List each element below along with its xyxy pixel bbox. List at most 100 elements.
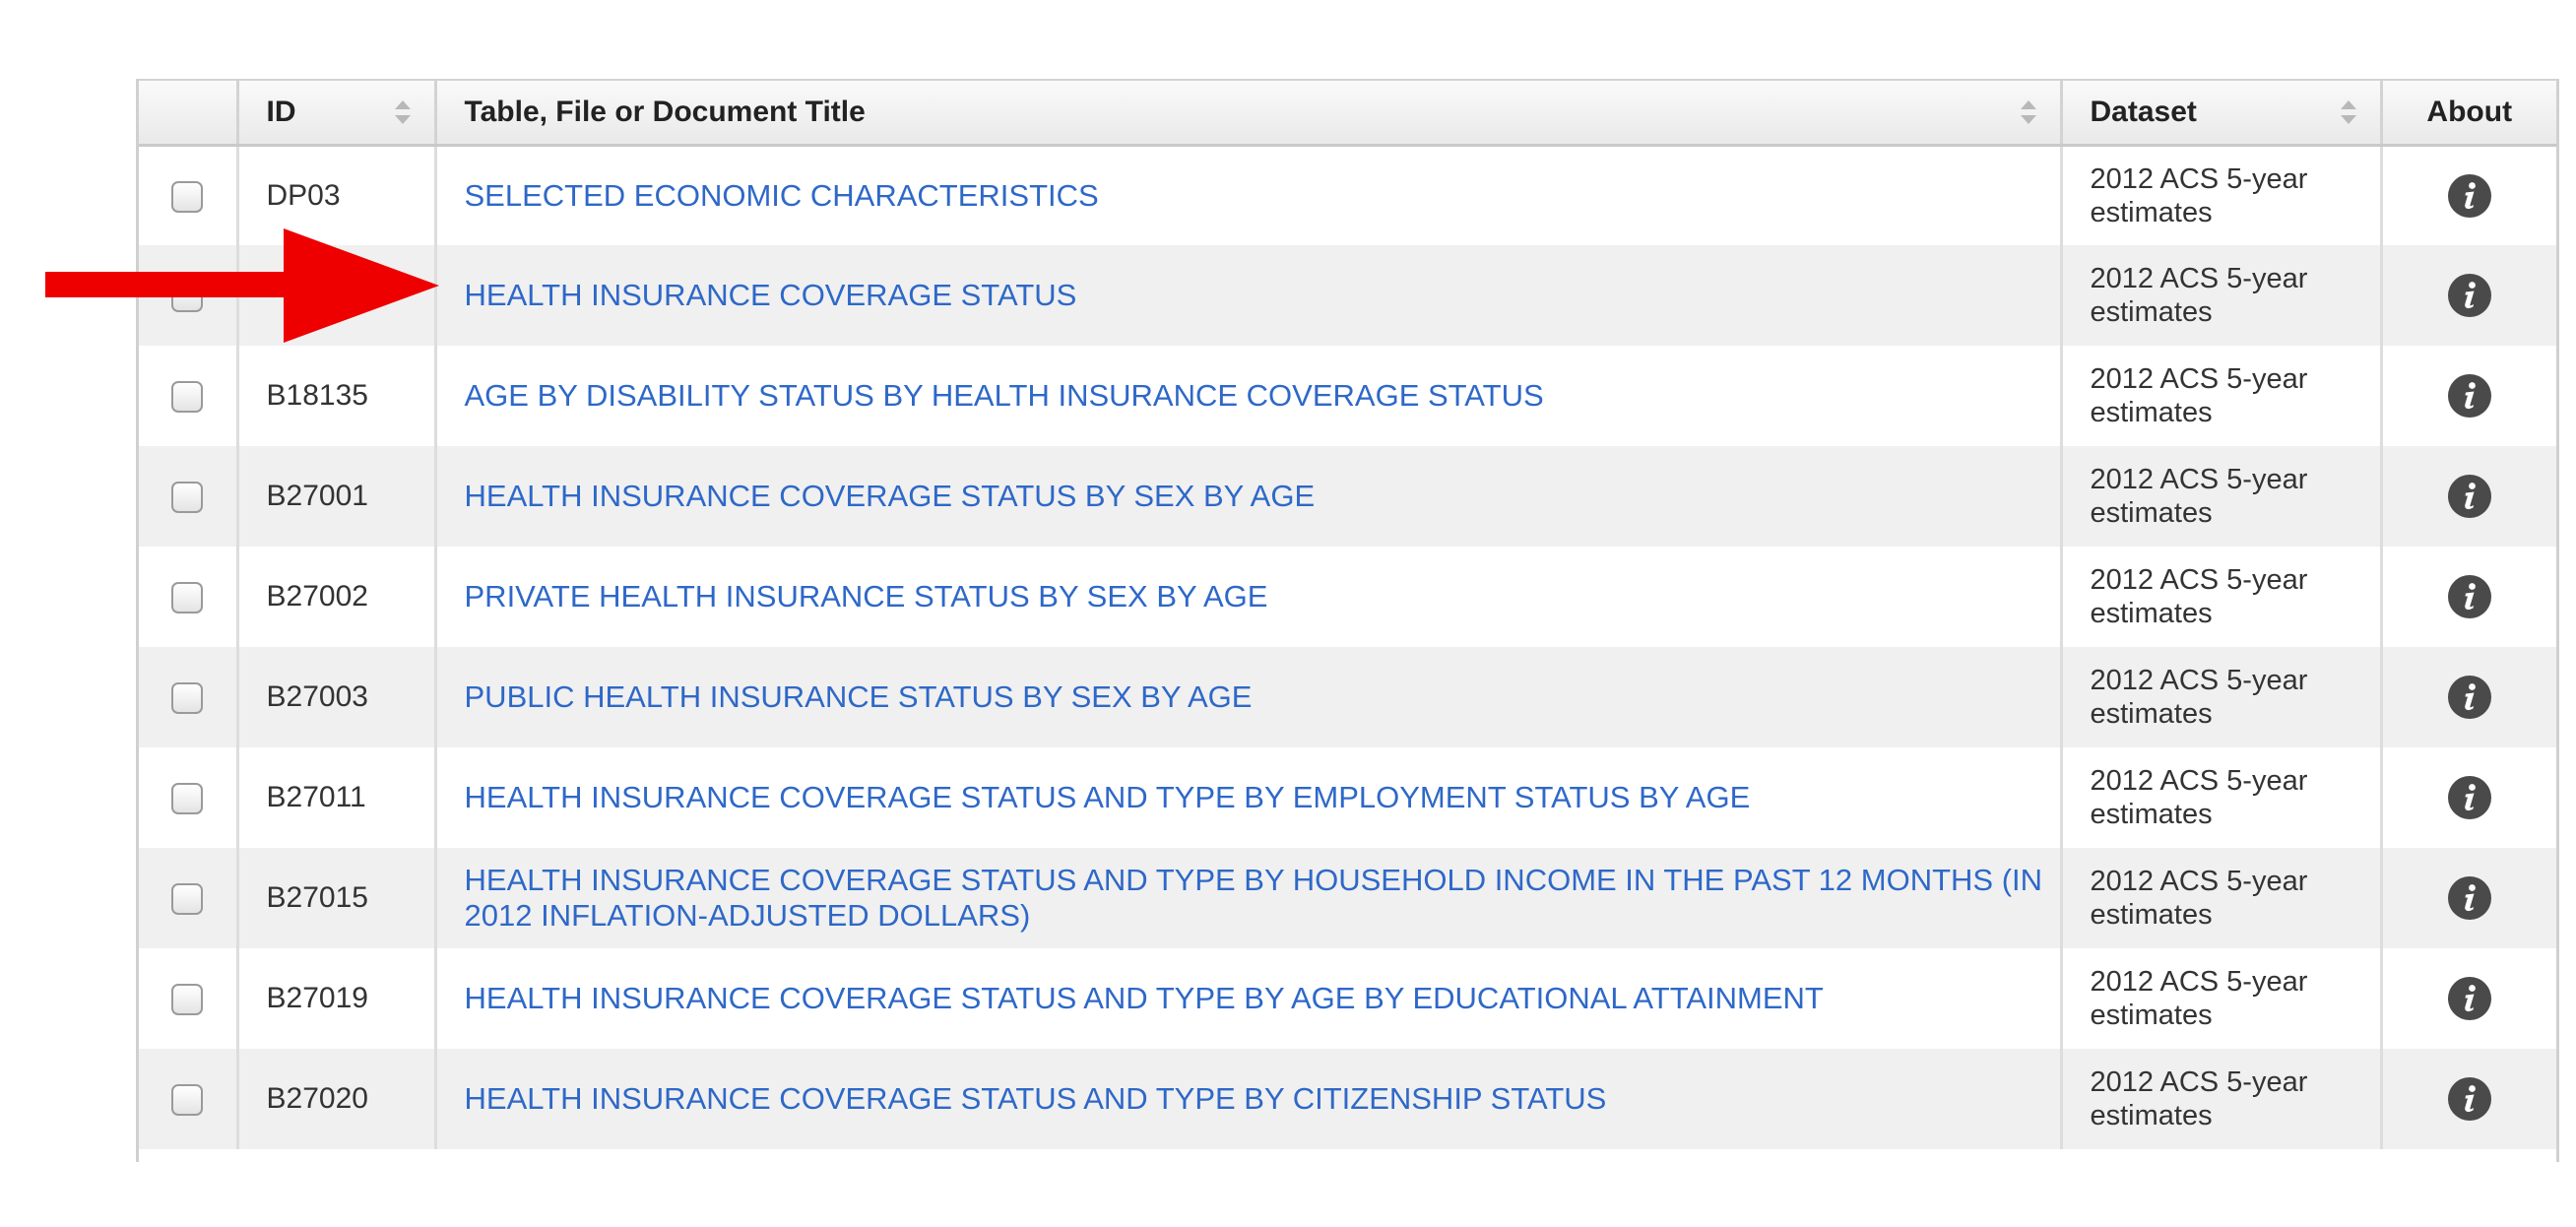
info-icon[interactable]	[2447, 373, 2492, 419]
row-title-cell: HEALTH INSURANCE COVERAGE STATUS AND TYP…	[435, 747, 2063, 848]
row-title-link[interactable]: HEALTH INSURANCE COVERAGE STATUS AND TYP…	[465, 863, 2043, 933]
table-row: B27003 PUBLIC HEALTH INSURANCE STATUS BY…	[139, 647, 2556, 747]
row-checkbox[interactable]	[171, 281, 204, 313]
row-select-cell	[139, 1049, 239, 1149]
results-table: ID Table, File or Document Title Dataset	[139, 79, 2556, 1149]
row-id: B18135	[237, 346, 437, 446]
info-icon[interactable]	[2447, 574, 2492, 619]
table-row: B27015 HEALTH INSURANCE COVERAGE STATUS …	[139, 848, 2556, 948]
row-title-cell: HEALTH INSURANCE COVERAGE STATUS AND TYP…	[435, 848, 2063, 948]
row-checkbox[interactable]	[171, 883, 204, 916]
row-checkbox[interactable]	[171, 682, 204, 715]
row-select-cell	[139, 747, 239, 848]
row-dataset: 2012 ACS 5-year estimates	[2090, 363, 2308, 428]
row-id: DP03	[237, 145, 437, 245]
row-title-link[interactable]: PRIVATE HEALTH INSURANCE STATUS BY SEX B…	[465, 579, 1268, 614]
row-title-link[interactable]: PUBLIC HEALTH INSURANCE STATUS BY SEX BY…	[465, 679, 1253, 714]
row-select-cell	[139, 346, 239, 446]
row-dataset-cell: 2012 ACS 5-year estimates	[2061, 145, 2383, 245]
row-about-cell	[2381, 446, 2556, 547]
table-row: DP03 SELECTED ECONOMIC CHARACTERISTICS 2…	[139, 145, 2556, 245]
header-id[interactable]: ID	[237, 79, 437, 147]
row-dataset-cell: 2012 ACS 5-year estimates	[2061, 647, 2383, 747]
row-select-cell	[139, 948, 239, 1049]
row-select-cell	[139, 446, 239, 547]
row-about-cell	[2381, 747, 2556, 848]
header-dataset-label: Dataset	[2090, 95, 2197, 128]
row-dataset: 2012 ACS 5-year estimates	[2090, 1066, 2308, 1131]
row-title-link[interactable]: HEALTH INSURANCE COVERAGE STATUS BY SEX …	[465, 479, 1316, 513]
row-id: B27002	[237, 547, 437, 647]
row-title-cell: HEALTH INSURANCE COVERAGE STATUS	[435, 245, 2063, 346]
row-checkbox[interactable]	[171, 180, 204, 213]
header-select-column	[139, 79, 239, 147]
info-icon[interactable]	[2447, 1076, 2492, 1122]
row-about-cell	[2381, 145, 2556, 245]
row-select-cell	[139, 145, 239, 245]
row-title-link[interactable]: HEALTH INSURANCE COVERAGE STATUS AND TYP…	[465, 1081, 1607, 1116]
row-dataset: 2012 ACS 5-year estimates	[2090, 966, 2308, 1031]
info-icon[interactable]	[2447, 875, 2492, 921]
row-id: B27003	[237, 647, 437, 747]
row-title-cell: HEALTH INSURANCE COVERAGE STATUS AND TYP…	[435, 1049, 2063, 1149]
row-title-link[interactable]: HEALTH INSURANCE COVERAGE STATUS AND TYP…	[465, 981, 1824, 1015]
info-icon[interactable]	[2447, 474, 2492, 519]
row-title-link[interactable]: SELECTED ECONOMIC CHARACTERISTICS	[465, 178, 1099, 213]
row-id: B27015	[237, 848, 437, 948]
row-checkbox[interactable]	[171, 482, 204, 514]
row-select-cell	[139, 647, 239, 747]
row-dataset: 2012 ACS 5-year estimates	[2090, 765, 2308, 830]
row-about-cell	[2381, 245, 2556, 346]
table-row: B27020 HEALTH INSURANCE COVERAGE STATUS …	[139, 1049, 2556, 1149]
row-title-cell: AGE BY DISABILITY STATUS BY HEALTH INSUR…	[435, 346, 2063, 446]
table-header: ID Table, File or Document Title Dataset	[139, 79, 2556, 147]
info-icon[interactable]	[2447, 976, 2492, 1021]
row-dataset: 2012 ACS 5-year estimates	[2090, 564, 2308, 629]
row-checkbox[interactable]	[171, 783, 204, 815]
sort-arrows-icon[interactable]	[2339, 97, 2358, 127]
row-title-cell: SELECTED ECONOMIC CHARACTERISTICS	[435, 145, 2063, 245]
table-row: B27002 PRIVATE HEALTH INSURANCE STATUS B…	[139, 547, 2556, 647]
row-about-cell	[2381, 1049, 2556, 1149]
row-title-link[interactable]: HEALTH INSURANCE COVERAGE STATUS AND TYP…	[465, 780, 1751, 814]
table-row: B18135 AGE BY DISABILITY STATUS BY HEALT…	[139, 346, 2556, 446]
row-checkbox[interactable]	[171, 381, 204, 414]
info-icon[interactable]	[2447, 173, 2492, 219]
row-title-cell: PUBLIC HEALTH INSURANCE STATUS BY SEX BY…	[435, 647, 2063, 747]
header-id-label: ID	[266, 95, 296, 128]
row-dataset-cell: 2012 ACS 5-year estimates	[2061, 747, 2383, 848]
info-icon[interactable]	[2447, 775, 2492, 820]
row-select-cell	[139, 848, 239, 948]
row-dataset: 2012 ACS 5-year estimates	[2090, 665, 2308, 730]
row-dataset: 2012 ACS 5-year estimates	[2090, 866, 2308, 931]
row-dataset-cell: 2012 ACS 5-year estimates	[2061, 848, 2383, 948]
row-dataset-cell: 2012 ACS 5-year estimates	[2061, 346, 2383, 446]
row-checkbox[interactable]	[171, 1084, 204, 1117]
row-about-cell	[2381, 848, 2556, 948]
sort-arrows-icon[interactable]	[393, 97, 413, 127]
info-icon[interactable]	[2447, 675, 2492, 720]
table-row: B27001 HEALTH INSURANCE COVERAGE STATUS …	[139, 446, 2556, 547]
header-title[interactable]: Table, File or Document Title	[435, 79, 2063, 147]
row-title-link[interactable]: HEALTH INSURANCE COVERAGE STATUS	[465, 278, 1077, 312]
row-title-cell: HEALTH INSURANCE COVERAGE STATUS AND TYP…	[435, 948, 2063, 1049]
row-dataset-cell: 2012 ACS 5-year estimates	[2061, 245, 2383, 346]
row-dataset-cell: 2012 ACS 5-year estimates	[2061, 446, 2383, 547]
table-row: HEALTH INSURANCE COVERAGE STATUS 2012 AC…	[139, 245, 2556, 346]
row-dataset: 2012 ACS 5-year estimates	[2090, 263, 2308, 328]
row-dataset: 2012 ACS 5-year estimates	[2090, 162, 2308, 228]
row-checkbox[interactable]	[171, 984, 204, 1016]
row-dataset-cell: 2012 ACS 5-year estimates	[2061, 1049, 2383, 1149]
row-id	[237, 245, 437, 346]
sort-arrows-icon[interactable]	[2019, 97, 2038, 127]
header-dataset[interactable]: Dataset	[2061, 79, 2383, 147]
results-table-container: ID Table, File or Document Title Dataset	[136, 79, 2559, 1162]
row-id: B27001	[237, 446, 437, 547]
row-title-link[interactable]: AGE BY DISABILITY STATUS BY HEALTH INSUR…	[465, 378, 1544, 413]
row-select-cell	[139, 245, 239, 346]
row-dataset: 2012 ACS 5-year estimates	[2090, 464, 2308, 529]
row-checkbox[interactable]	[171, 582, 204, 614]
row-id: B27011	[237, 747, 437, 848]
row-title-cell: PRIVATE HEALTH INSURANCE STATUS BY SEX B…	[435, 547, 2063, 647]
info-icon[interactable]	[2447, 273, 2492, 318]
